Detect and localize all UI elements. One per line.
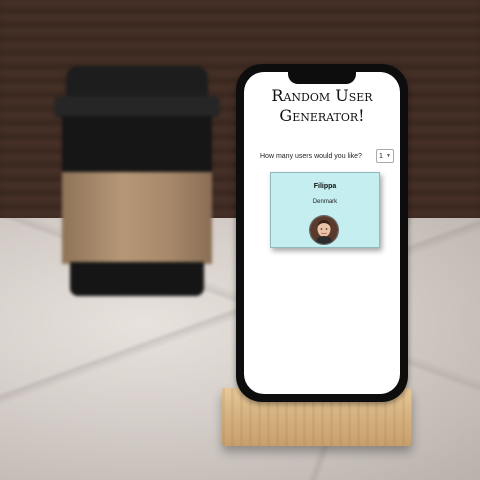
user-count-select[interactable]: 1 ▼ <box>376 149 394 163</box>
phone-notch <box>288 72 356 84</box>
phone: Random User Generator! How many users wo… <box>236 64 408 402</box>
user-name: Filippa <box>313 183 337 190</box>
user-country: Denmark <box>312 199 338 205</box>
phone-screen: Random User Generator! How many users wo… <box>244 72 400 394</box>
user-count-label: How many users would you like? <box>260 152 362 160</box>
user-card: Filippa Denmark <box>270 172 380 248</box>
app-title: Random User Generator! <box>271 86 373 125</box>
user-count-value: 1 <box>379 152 383 160</box>
chevron-down-icon: ▼ <box>386 153 391 159</box>
user-count-row: How many users would you like? 1 ▼ <box>260 148 394 164</box>
coffee-cup <box>52 66 222 296</box>
user-avatar <box>309 215 339 245</box>
